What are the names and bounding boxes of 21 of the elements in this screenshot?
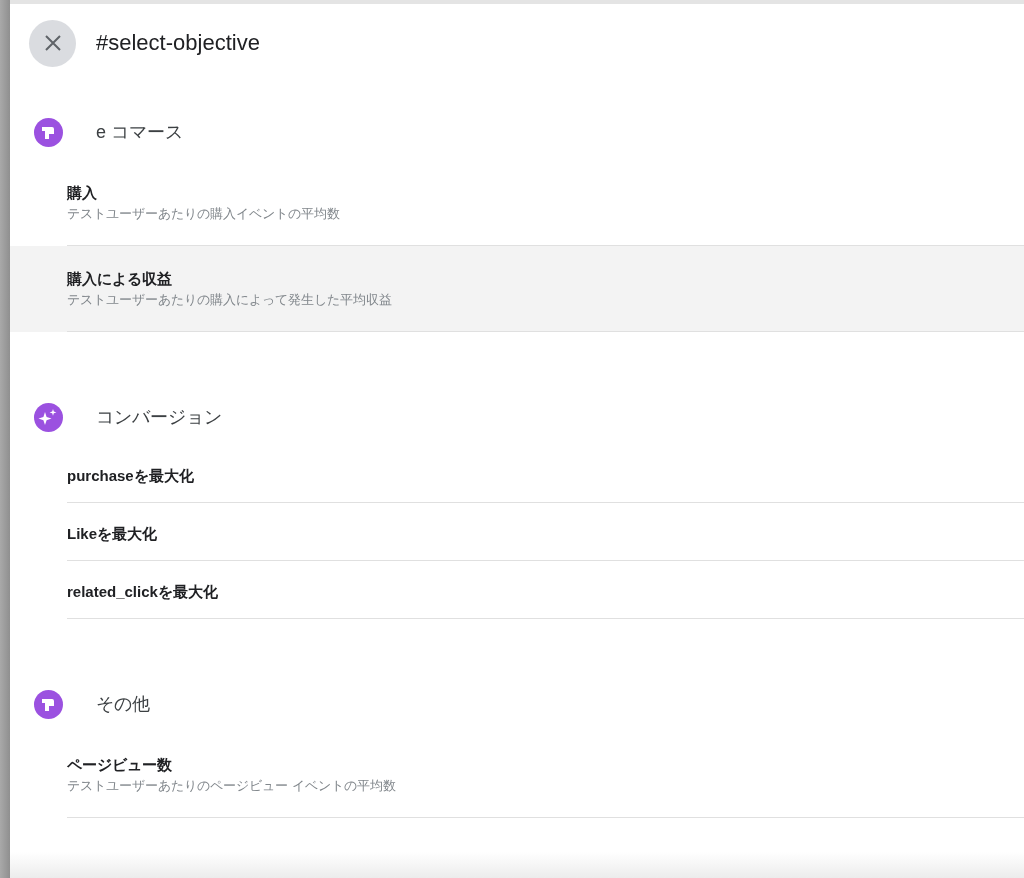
option-title: Likeを最大化 bbox=[67, 524, 157, 544]
section-heading: コンバージョン bbox=[96, 406, 222, 429]
option-title: purchaseを最大化 bbox=[67, 466, 194, 486]
option-title: related_clickを最大化 bbox=[67, 582, 218, 602]
close-button[interactable] bbox=[29, 19, 76, 67]
option-description: テストユーザーあたりの購入イベントの平均数 bbox=[67, 205, 340, 223]
objective-option[interactable]: Likeを最大化 bbox=[10, 503, 1024, 561]
option-title: 購入による収益 bbox=[67, 269, 172, 289]
objective-option[interactable]: 購入による収益 テストユーザーあたりの購入によって発生した平均収益 bbox=[10, 246, 1024, 332]
objective-option[interactable]: ページビュー数 テストユーザーあたりのページビュー イベントの平均数 bbox=[10, 732, 1024, 818]
option-description: テストユーザーあたりの購入によって発生した平均収益 bbox=[67, 291, 392, 309]
option-title: ページビュー数 bbox=[67, 755, 172, 775]
sparkle-icon bbox=[34, 402, 63, 432]
objective-option[interactable]: purchaseを最大化 bbox=[10, 445, 1024, 503]
dialog-title: #select-objective bbox=[96, 30, 260, 56]
section-heading: その他 bbox=[96, 693, 150, 716]
option-title: 購入 bbox=[67, 183, 97, 203]
section-heading: e コマース bbox=[96, 121, 183, 144]
close-icon bbox=[43, 34, 62, 52]
option-description: テストユーザーあたりのページビュー イベントの平均数 bbox=[67, 777, 396, 795]
objective-option[interactable]: related_clickを最大化 bbox=[10, 561, 1024, 619]
